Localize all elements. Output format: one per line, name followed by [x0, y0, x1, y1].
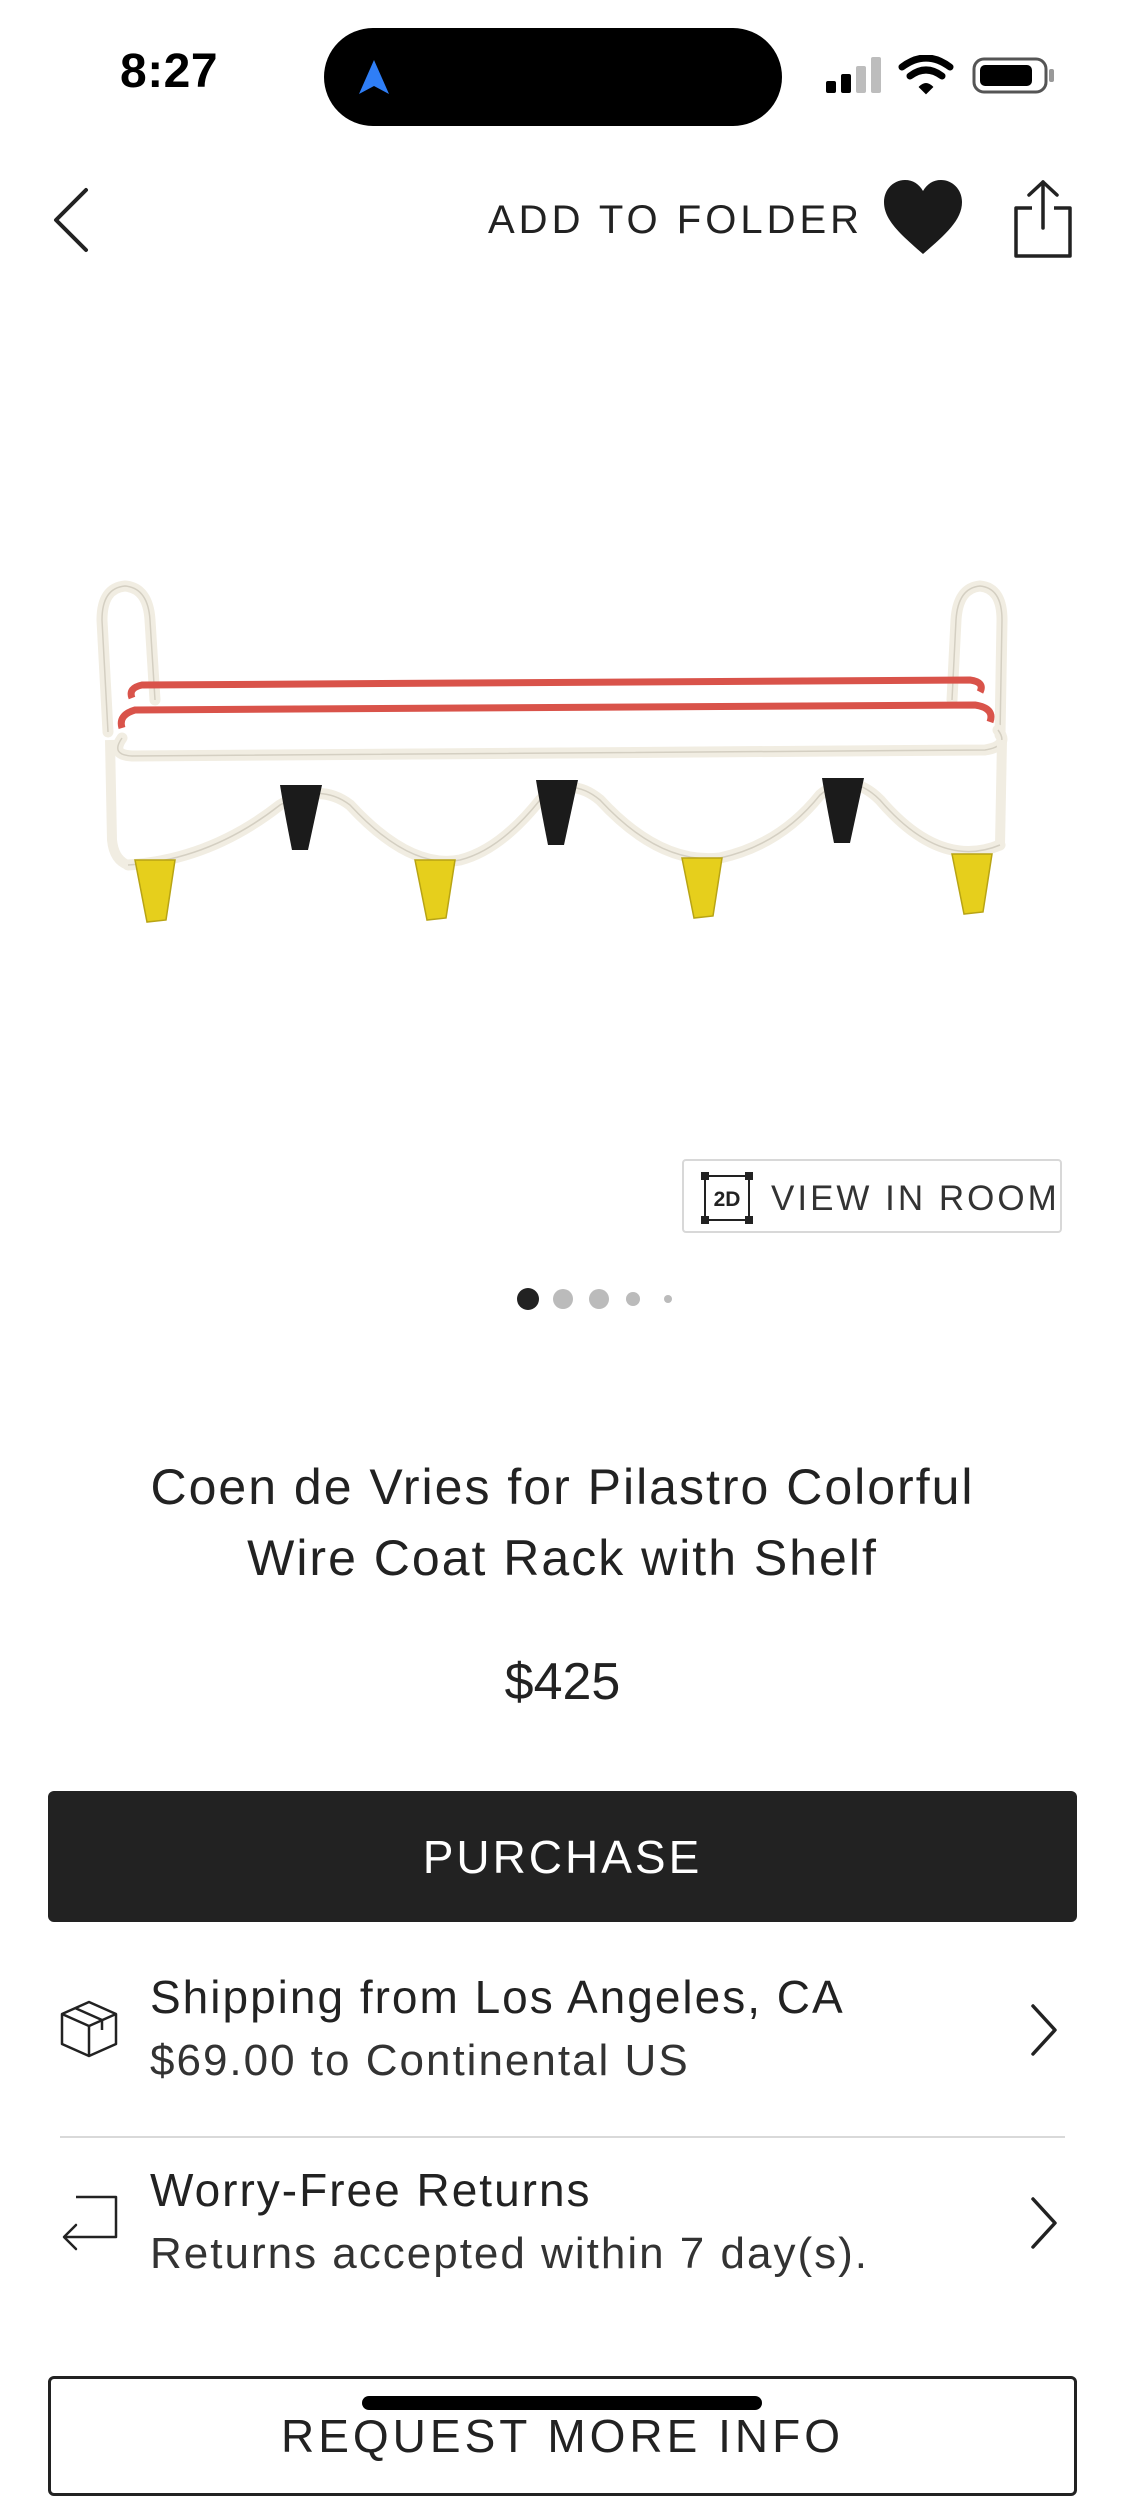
package-box-icon: [60, 2000, 118, 2058]
battery-icon: [972, 57, 1054, 94]
cellular-signal-icon: [826, 57, 881, 93]
status-time: 8:27: [120, 45, 219, 98]
location-arrow-icon: [359, 60, 389, 94]
share-button[interactable]: [1008, 176, 1078, 262]
product-price: $425: [504, 1653, 621, 1711]
home-indicator[interactable]: [362, 2396, 762, 2410]
return-arrow-icon: [62, 2195, 118, 2251]
page-dot-5[interactable]: [664, 1295, 672, 1303]
page-dot-1[interactable]: [517, 1288, 539, 1310]
chevron-left-icon: [54, 188, 88, 252]
returns-row[interactable]: Worry-Free Returns Returns accepted with…: [48, 2163, 1077, 2313]
row-divider: [60, 2136, 1065, 2138]
request-more-info-button[interactable]: REQUEST MORE INFO: [48, 2376, 1077, 2496]
page-dot-2[interactable]: [553, 1289, 573, 1309]
product-title: Coen de Vries for Pilastro Colorful Wire…: [60, 1452, 1065, 1594]
wifi-icon: [898, 55, 954, 95]
chevron-right-icon: [1031, 2197, 1057, 2249]
favorite-button[interactable]: [880, 176, 966, 262]
view-2d-icon: 2D: [701, 1172, 753, 1224]
purchase-button[interactable]: PURCHASE: [48, 1791, 1077, 1922]
shipping-row[interactable]: Shipping from Los Angeles, CA $69.00 to …: [48, 1970, 1077, 2120]
returns-title: Worry-Free Returns: [150, 2164, 592, 2216]
page-dot-4[interactable]: [626, 1292, 640, 1306]
chevron-right-icon: [1031, 2004, 1057, 2056]
product-title-line1: Coen de Vries for Pilastro Colorful: [150, 1459, 975, 1515]
add-to-folder-button[interactable]: ADD TO FOLDER: [488, 198, 863, 243]
returns-subtitle: Returns accepted within 7 day(s).: [150, 2229, 869, 2278]
shipping-title: Shipping from Los Angeles, CA: [150, 1971, 845, 2023]
back-button[interactable]: [38, 180, 108, 260]
page-dot-3[interactable]: [589, 1289, 609, 1309]
dynamic-island: [324, 28, 782, 126]
status-icons: [826, 55, 1054, 95]
request-more-info-label: REQUEST MORE INFO: [281, 2410, 844, 2462]
view-in-room-label: VIEW IN ROOM: [771, 1179, 1060, 1218]
product-image[interactable]: [80, 560, 1040, 980]
svg-text:2D: 2D: [714, 1188, 741, 1211]
heart-filled-icon: [884, 180, 962, 254]
shipping-subtitle: $69.00 to Continental US: [150, 2036, 690, 2085]
product-title-line2: Wire Coat Rack with Shelf: [247, 1530, 878, 1586]
share-icon: [1014, 180, 1072, 258]
view-in-room-button[interactable]: 2D VIEW IN ROOM: [682, 1159, 1062, 1233]
